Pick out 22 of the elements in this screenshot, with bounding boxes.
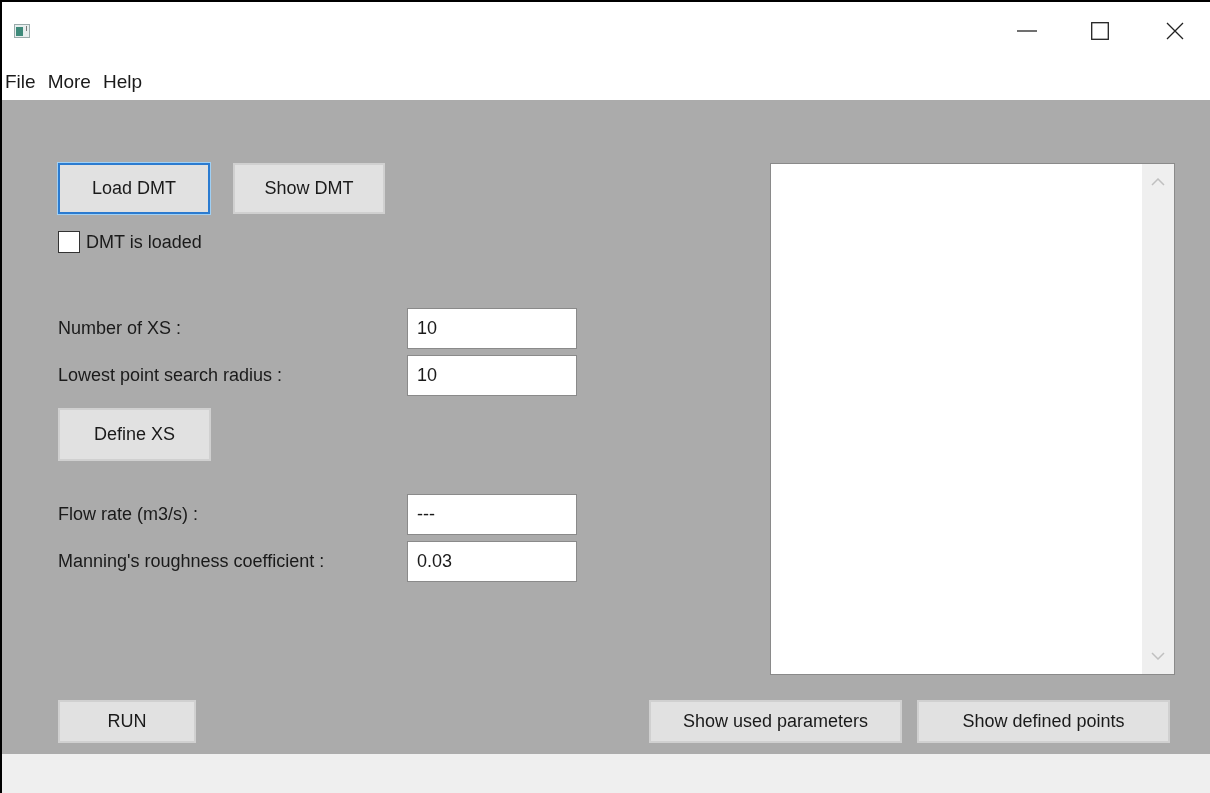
button[interactable]: Load DMT [58, 163, 210, 214]
field-label: Manning's roughness coefficient : [58, 550, 326, 573]
input-field[interactable]: 10 [407, 355, 577, 396]
field-label: Number of XS : [58, 317, 183, 340]
maximize-icon[interactable] [1091, 21, 1109, 40]
button[interactable]: RUN [58, 700, 196, 743]
menu-item[interactable]: File [5, 68, 36, 97]
checkbox-label: DMT is loaded [86, 230, 202, 254]
close-icon[interactable] [1166, 21, 1184, 40]
checkbox[interactable] [58, 231, 80, 253]
input-field[interactable]: --- [407, 494, 577, 535]
button[interactable]: Show used parameters [649, 700, 902, 743]
input-field[interactable]: 0.03 [407, 541, 577, 582]
field-label: Flow rate (m3/s) : [58, 503, 200, 526]
field-label: Lowest point search radius : [58, 364, 284, 387]
menu-item[interactable]: More [47, 68, 91, 97]
button[interactable]: Show DMT [233, 163, 385, 214]
button[interactable]: Define XS [58, 408, 211, 461]
button[interactable]: Show defined points [917, 700, 1170, 743]
input-field[interactable]: 10 [407, 308, 577, 349]
app-icon [14, 23, 30, 38]
menu-item[interactable]: Help [102, 68, 142, 97]
